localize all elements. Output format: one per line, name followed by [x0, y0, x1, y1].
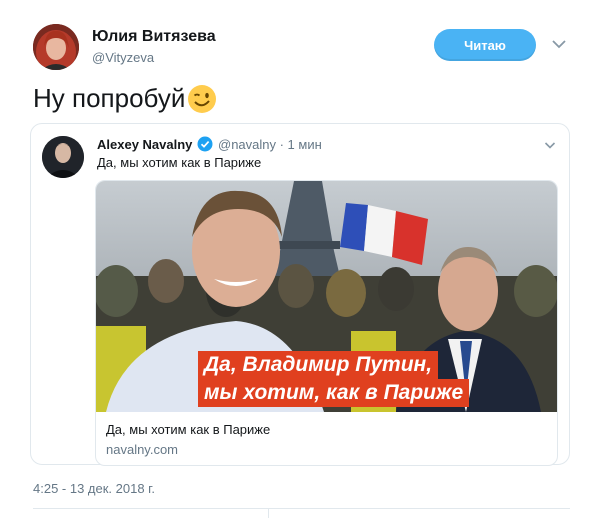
tweet-timestamp[interactable]: 4:25 - 13 дек. 2018 г.: [33, 481, 155, 496]
link-card[interactable]: Да, Владимир Путин, мы хотим, как в Пари…: [95, 180, 558, 466]
author-name[interactable]: Юлия Витязева: [92, 28, 216, 46]
card-image-caption-line2: мы хотим, как в Париже: [198, 379, 470, 407]
divider: [268, 508, 269, 518]
quoted-author-name[interactable]: Alexey Navalny: [97, 137, 192, 152]
tweet-text-content: Ну попробуй: [33, 83, 186, 113]
chevron-down-icon[interactable]: [544, 141, 556, 150]
quoted-handle-time[interactable]: @navalny · 1 мин: [218, 137, 322, 152]
verified-badge-icon: [197, 136, 213, 152]
following-button-label: Читаю: [464, 37, 506, 53]
following-button[interactable]: Читаю: [434, 29, 536, 61]
author-avatar[interactable]: [33, 24, 79, 70]
quoted-author-avatar[interactable]: [42, 136, 84, 178]
quoted-tweet[interactable]: Alexey Navalny @navalny · 1 мин Да, мы х…: [30, 123, 570, 466]
card-image-caption-line1: Да, Владимир Путин,: [198, 351, 439, 379]
card-image: Да, Владимир Путин, мы хотим, как в Пари…: [96, 181, 557, 412]
quoted-tweet-text: Да, мы хотим как в Париже: [97, 155, 262, 170]
tweet: Юлия Витязева @Vityzeva Читаю Ну попробу…: [0, 0, 604, 518]
chevron-down-icon[interactable]: [551, 38, 567, 50]
author-handle[interactable]: @Vityzeva: [92, 50, 154, 65]
tweet-text: Ну попробуй: [33, 83, 217, 114]
winking-face-emoji-icon: [188, 84, 217, 113]
card-title[interactable]: Да, мы хотим как в Париже: [106, 422, 270, 437]
card-domain[interactable]: navalny.com: [106, 442, 178, 457]
divider: [33, 508, 570, 509]
